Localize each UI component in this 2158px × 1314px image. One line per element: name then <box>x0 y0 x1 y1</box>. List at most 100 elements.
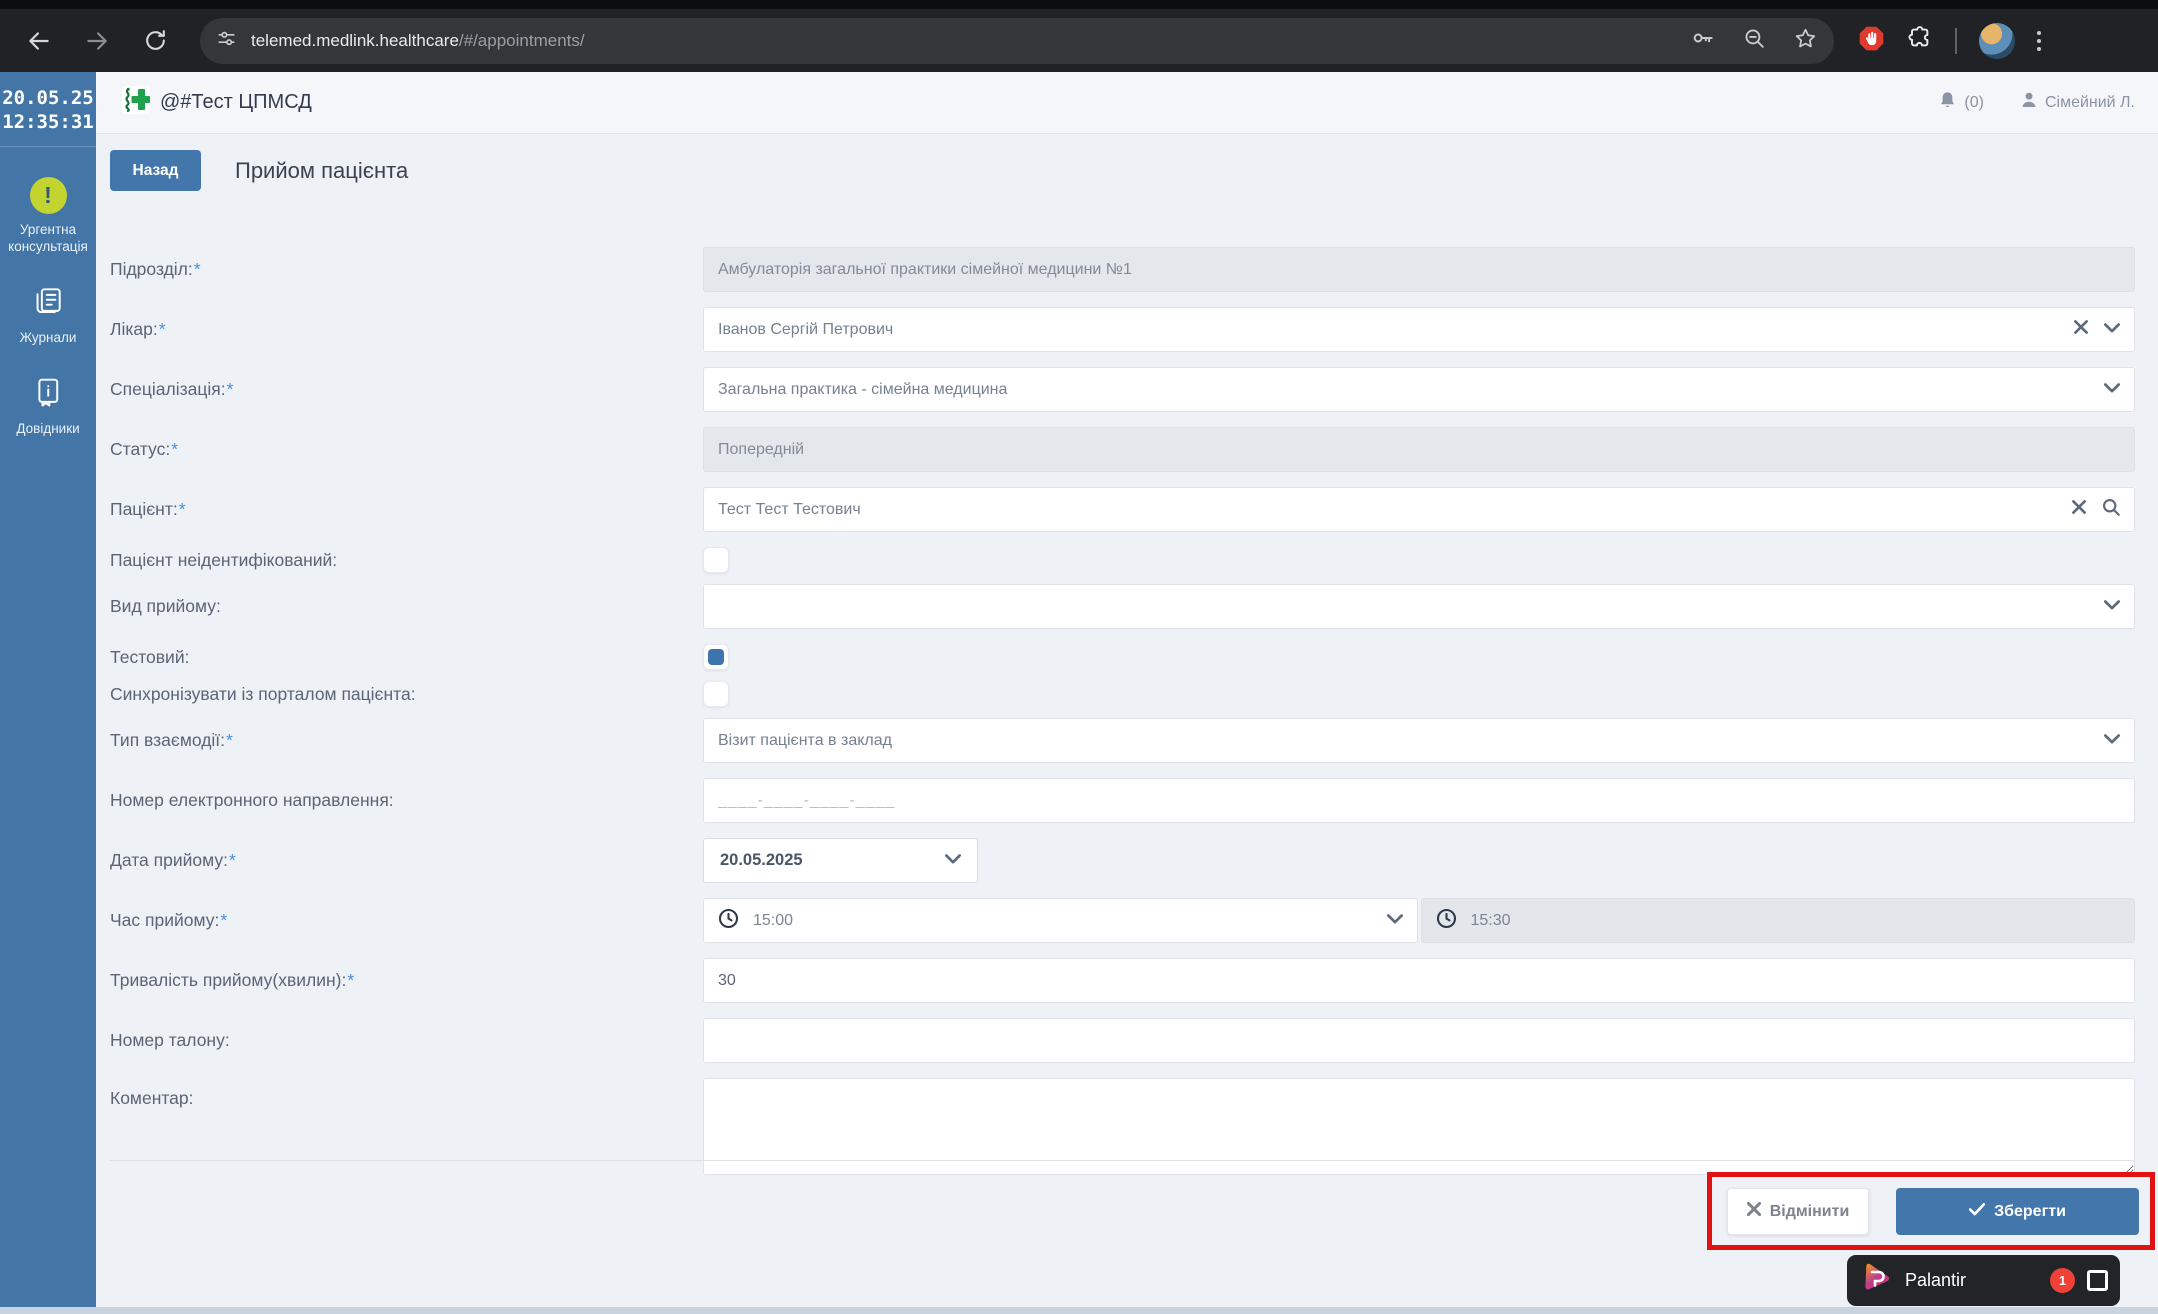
duration-input[interactable] <box>703 958 2135 1003</box>
unit-field: Амбулаторія загальної практики сімейної … <box>703 247 2135 292</box>
required-asterisk: * <box>178 499 186 519</box>
extensions-puzzle-icon[interactable] <box>1907 25 1933 56</box>
browser-profile-avatar[interactable] <box>1979 22 2015 59</box>
sidebar-item-journals[interactable]: Журнали <box>0 285 96 346</box>
unit-label: Підрозділ: <box>110 259 193 279</box>
sidebar-item-directories[interactable]: Довідники <box>0 376 96 437</box>
browser-top-strip <box>0 0 2158 9</box>
journals-icon <box>32 285 64 322</box>
sidebar-clock: 20.05.25 12:35:31 <box>0 86 96 147</box>
bell-icon <box>1938 91 1957 115</box>
form-row-duration: Тривалість прийому(хвилин):* <box>110 958 2135 1003</box>
form-row-unidentified: Пацієнт неідентифікований: <box>110 547 2135 573</box>
chevron-down-icon[interactable] <box>2104 598 2120 616</box>
user-name: Сімейний Л. <box>2044 93 2135 111</box>
cancel-button[interactable]: Відмінити <box>1727 1188 1869 1235</box>
bookmark-star-icon[interactable] <box>1793 26 1818 56</box>
status-label: Статус: <box>110 439 171 459</box>
form-row-status: Статус:* Попередній <box>110 427 2135 472</box>
form-row-unit: Підрозділ:* Амбулаторія загальної практи… <box>110 247 2135 292</box>
date-label: Дата прийому: <box>110 850 228 870</box>
form-row-sync-portal: Синхронізувати із порталом пацієнта: <box>110 681 2135 707</box>
search-icon[interactable] <box>2102 498 2120 521</box>
clinic-logo-icon <box>122 86 150 119</box>
chevron-down-icon[interactable] <box>2104 732 2120 750</box>
form-row-test: Тестовий: <box>110 644 2135 670</box>
required-asterisk: * <box>226 730 233 750</box>
user-menu[interactable]: Сімейний Л. <box>2020 91 2135 114</box>
referral-number-label: Номер електронного направлення: <box>110 790 394 810</box>
doctor-select[interactable]: Іванов Сергій Петрович <box>703 307 2135 352</box>
address-bar[interactable]: telemed.medlink.healthcare/#/appointment… <box>200 17 1834 64</box>
main-content: @#Тест ЦПМСД (0) Сімейний Л. Назад Прийо… <box>96 72 2158 1307</box>
chevron-down-icon[interactable] <box>1386 912 1403 930</box>
comment-label: Коментар: <box>110 1088 194 1108</box>
adblock-hand-icon[interactable] <box>1858 25 1885 57</box>
specialization-select[interactable]: Загальна практика - сімейна медицина <box>703 367 2135 412</box>
chevron-down-icon[interactable] <box>2104 381 2120 399</box>
cancel-x-icon <box>1746 1201 1761 1221</box>
visit-kind-label: Вид прийому: <box>110 596 221 616</box>
required-asterisk: * <box>347 970 355 990</box>
browser-reload-icon[interactable] <box>138 24 172 58</box>
directories-icon <box>32 376 64 413</box>
urgent-consultation-icon: ! <box>29 177 67 214</box>
form-row-time: Час прийому:* 15:00 15:30 <box>110 898 2135 943</box>
specialization-label: Спеціалізація: <box>110 379 226 399</box>
browser-chrome: telemed.medlink.healthcare/#/appointment… <box>0 0 2158 72</box>
date-select[interactable]: 20.05.2025 <box>703 838 978 883</box>
sidebar-time: 12:35:31 <box>2 111 94 133</box>
back-button[interactable]: Назад <box>110 150 201 191</box>
url-text[interactable]: telemed.medlink.healthcare/#/appointment… <box>251 31 585 51</box>
referral-number-input[interactable] <box>703 778 2135 823</box>
clear-x-icon[interactable] <box>2072 500 2086 519</box>
time-start-select[interactable]: 15:00 <box>703 898 1418 943</box>
palantir-badge: 1 <box>2050 1268 2075 1293</box>
required-asterisk: * <box>228 850 236 870</box>
notification-count: (0) <box>1964 93 1984 111</box>
test-checkbox[interactable] <box>703 644 729 670</box>
save-button[interactable]: Зберегти <box>1896 1188 2139 1235</box>
form-row-visit-kind: Вид прийому: <box>110 584 2135 629</box>
test-label: Тестовий: <box>110 646 190 667</box>
password-key-icon[interactable] <box>1690 25 1716 56</box>
sidebar-item-urgent-consultation[interactable]: ! Ургентна консультація <box>0 177 96 255</box>
form-row-ticket: Номер талону: <box>110 1018 2135 1063</box>
clock-icon <box>1436 908 1457 934</box>
page-subheader: Назад Прийом пацієнта <box>110 150 2158 191</box>
palantir-widget[interactable]: Palantir 1 <box>1847 1255 2120 1306</box>
notifications-button[interactable]: (0) <box>1938 91 1984 115</box>
status-field: Попередній <box>703 427 2135 472</box>
interaction-type-select[interactable]: Візит пацієнта в заклад <box>703 718 2135 763</box>
chevron-down-icon[interactable] <box>2104 321 2120 339</box>
ticket-input[interactable] <box>703 1018 2135 1063</box>
sidebar-item-label: Довідники <box>16 421 80 436</box>
patient-label: Пацієнт: <box>110 499 178 519</box>
browser-forward-icon[interactable] <box>80 24 114 58</box>
required-asterisk: * <box>171 439 178 459</box>
toolbar-separator <box>1955 27 1957 54</box>
patient-search-field[interactable]: Тест Тест Тестович <box>703 487 2135 532</box>
unidentified-checkbox[interactable] <box>703 547 729 573</box>
sidebar: 20.05.25 12:35:31 ! Ургентна консультаці… <box>0 72 96 1307</box>
palantir-window-icon[interactable] <box>2087 1270 2108 1291</box>
interaction-type-label: Тип взаємодії: <box>110 730 226 750</box>
footer-divider <box>110 1160 2135 1161</box>
chevron-down-icon[interactable] <box>945 851 961 870</box>
sync-portal-checkbox[interactable] <box>703 681 729 707</box>
palantir-logo-icon <box>1859 1261 1893 1300</box>
clear-x-icon[interactable] <box>2074 320 2088 339</box>
browser-menu-icon[interactable] <box>2037 30 2041 51</box>
time-end-field: 15:30 <box>1420 898 2135 943</box>
form-row-patient: Пацієнт:* Тест Тест Тестович <box>110 487 2135 532</box>
required-asterisk: * <box>193 259 201 279</box>
form-row-specialization: Спеціалізація:* Загальна практика - сіме… <box>110 367 2135 412</box>
site-controls-icon[interactable] <box>216 28 237 54</box>
zoom-out-icon[interactable] <box>1742 26 1767 56</box>
time-label: Час прийому: <box>110 910 220 930</box>
doctor-label: Лікар: <box>110 319 158 339</box>
sidebar-date: 20.05.25 <box>2 87 94 109</box>
sidebar-item-label: Ургентна консультація <box>8 222 88 254</box>
visit-kind-select[interactable] <box>703 584 2135 629</box>
browser-back-icon[interactable] <box>22 24 56 58</box>
